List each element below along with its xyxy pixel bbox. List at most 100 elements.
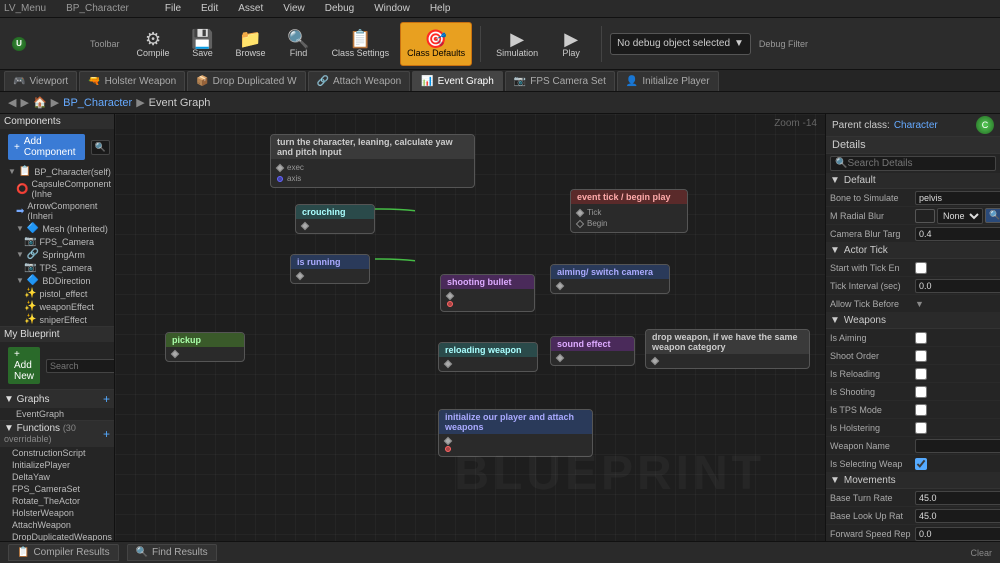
logo-area: U	[6, 37, 86, 51]
bone-simulate-input[interactable]	[915, 191, 1000, 205]
play-button[interactable]: ▶ Play	[549, 22, 593, 66]
node-shooting[interactable]: shooting bullet	[440, 274, 535, 312]
tree-item-bp-character[interactable]: ▼ 📋 BP_Character(self)	[0, 165, 114, 178]
fn-delta-yaw[interactable]: DeltaYaw	[0, 471, 114, 483]
node-crouching[interactable]: crouching	[295, 204, 375, 234]
fn-holster[interactable]: HolsterWeapon	[0, 507, 114, 519]
is-aiming-checkbox[interactable]	[915, 332, 927, 344]
breadcrumb-nav-back[interactable]: ◀	[8, 96, 16, 109]
tree-item-weapon[interactable]: ✨ weaponEffect	[0, 300, 114, 313]
shoot-order-checkbox[interactable]	[915, 350, 927, 362]
radial-blur-search-button[interactable]: 🔍	[985, 208, 1000, 223]
tab-event-graph[interactable]: 📊 Event Graph	[412, 71, 503, 91]
tree-item-tps-camera[interactable]: 📷 TPS_camera	[0, 261, 114, 274]
tab-attach-weapon[interactable]: 🔗 Attach Weapon	[308, 71, 411, 91]
fn-rotate-actor[interactable]: Rotate_TheActor	[0, 495, 114, 507]
node-drop-weapon[interactable]: drop weapon, if we have the same weapon …	[645, 329, 810, 369]
fn-fps-cameraset[interactable]: FPS_CameraSet	[0, 483, 114, 495]
breadcrumb-home[interactable]: 🏠	[33, 96, 47, 109]
menu-asset[interactable]: Asset	[234, 3, 267, 14]
node-sound[interactable]: sound effect	[550, 336, 635, 366]
section-weapons[interactable]: ▼ Weapons	[826, 313, 1000, 329]
breadcrumb-nav-fwd[interactable]: ▶	[20, 96, 28, 109]
tree-item-mesh[interactable]: ▼ 🔷 Mesh (Inherited)	[0, 222, 114, 235]
class-settings-button[interactable]: 📋 Class Settings	[325, 22, 397, 66]
menu-debug[interactable]: Debug	[321, 3, 358, 14]
section-default[interactable]: ▼ Default	[826, 173, 1000, 189]
fn-construction[interactable]: ConstructionScript	[0, 447, 114, 459]
search-button[interactable]: 🔍	[91, 140, 110, 155]
tabs-bar: 🎮 Viewport 🔫 Holster Weapon 📦 Drop Dupli…	[0, 70, 1000, 92]
is-tps-checkbox[interactable]	[915, 404, 927, 416]
camera-blur-input[interactable]	[915, 227, 1000, 241]
compile-button[interactable]: ⚙ Compile	[130, 22, 177, 66]
is-holstering-checkbox[interactable]	[915, 422, 927, 434]
tab-fps-camera[interactable]: 📷 FPS Camera Set	[505, 71, 615, 91]
tab-find-results[interactable]: 🔍 Find Results	[127, 544, 217, 561]
node-event-tick[interactable]: event tick / begin play Tick Begin	[570, 189, 688, 233]
node-pickup[interactable]: pickup	[165, 332, 245, 362]
tab-init-player[interactable]: 👤 Initialize Player	[617, 71, 719, 91]
tree-item-arrow[interactable]: ➡ ArrowComponent (Inheri	[0, 200, 114, 222]
class-defaults-button[interactable]: 🎯 Class Defaults	[400, 22, 472, 66]
functions-header[interactable]: ▼ Functions (30 overridable) +	[0, 421, 114, 447]
section-actor-tick[interactable]: ▼ Actor Tick	[826, 243, 1000, 259]
weapon-name-input[interactable]	[915, 439, 1000, 453]
add-new-button[interactable]: + Add New	[8, 347, 40, 384]
radial-blur-color[interactable]	[915, 209, 935, 223]
tree-item-pistol[interactable]: ✨ pistol_effect	[0, 287, 114, 300]
menu-edit[interactable]: Edit	[197, 3, 222, 14]
event-graph-item[interactable]: EventGraph	[0, 408, 114, 420]
node-is-running[interactable]: is running	[290, 254, 370, 284]
is-reloading-checkbox[interactable]	[915, 368, 927, 380]
menu-view[interactable]: View	[279, 3, 309, 14]
add-component-button[interactable]: + Add Component	[8, 134, 85, 160]
tree-item-bddirection[interactable]: ▼ 🔷 BDDirection	[0, 274, 114, 287]
section-movements[interactable]: ▼ Movements	[826, 473, 1000, 489]
exec-pin-rl	[444, 360, 452, 368]
is-shooting-checkbox[interactable]	[915, 386, 927, 398]
menu-help[interactable]: Help	[426, 3, 455, 14]
fn-attach[interactable]: AttachWeapon	[0, 519, 114, 531]
tree-item-sniper[interactable]: ✨ sniperEffect	[0, 313, 114, 326]
start-tick-checkbox[interactable]	[915, 262, 927, 274]
tab-drop-duplicated[interactable]: 📦 Drop Duplicated W	[187, 71, 305, 91]
tree-item-fps-camera[interactable]: 📷 FPS_Camera	[0, 235, 114, 248]
tree-item-capsule[interactable]: ⭕ CapsuleComponent (Inhe	[0, 178, 114, 200]
prop-tick-interval: Tick Interval (sec) ▼	[826, 277, 1000, 295]
browse-button[interactable]: 📁 Browse	[229, 22, 273, 66]
menu-file[interactable]: File	[161, 3, 185, 14]
pin-init	[445, 437, 586, 445]
find-button[interactable]: 🔍 Find	[277, 22, 321, 66]
my-blueprint-header[interactable]: My Blueprint	[0, 327, 114, 342]
debug-object-dropdown[interactable]: No debug object selected ▼	[610, 33, 751, 55]
blueprint-search-input[interactable]	[46, 359, 115, 373]
graphs-add-button[interactable]: +	[103, 392, 110, 406]
functions-add-button[interactable]: +	[103, 427, 110, 441]
simulation-button[interactable]: ▶ Simulation	[489, 22, 545, 66]
tree-item-springarm[interactable]: ▼ 🔗 SpringArm	[0, 248, 114, 261]
details-search-input[interactable]	[847, 158, 991, 169]
tab-holster-weapon[interactable]: 🔫 Holster Weapon	[79, 71, 185, 91]
breadcrumb-root[interactable]: BP_Character	[63, 97, 132, 109]
radial-blur-dropdown[interactable]: None	[937, 208, 983, 224]
canvas-area[interactable]: Zoom -14 turn the character, leaning, ca…	[115, 114, 825, 541]
fn-initialize-player[interactable]: InitializePlayer	[0, 459, 114, 471]
base-turn-input[interactable]	[915, 491, 1000, 505]
node-turn-character[interactable]: turn the character, leaning, calculate y…	[270, 134, 475, 188]
base-lookup-input[interactable]	[915, 509, 1000, 523]
save-button[interactable]: 💾 Save	[181, 22, 225, 66]
tab-viewport[interactable]: 🎮 Viewport	[4, 71, 77, 91]
menu-window[interactable]: Window	[370, 3, 414, 14]
components-header[interactable]: Components	[0, 114, 114, 129]
node-aiming[interactable]: aiming/ switch camera	[550, 264, 670, 294]
is-selecting-checkbox[interactable]	[915, 458, 927, 470]
fwd-speed-input[interactable]	[915, 527, 1000, 541]
bottom-clear-btn[interactable]: Clear	[970, 548, 992, 558]
graphs-header[interactable]: ▼ Graphs +	[0, 390, 114, 408]
fn-drop-dup[interactable]: DropDuplicatedWeapons	[0, 531, 114, 541]
tab-compiler-results[interactable]: 📋 Compiler Results	[8, 544, 119, 561]
tick-interval-input[interactable]	[915, 279, 1000, 293]
exec-pin-r	[296, 272, 304, 280]
node-reloading[interactable]: reloading weapon	[438, 342, 538, 372]
